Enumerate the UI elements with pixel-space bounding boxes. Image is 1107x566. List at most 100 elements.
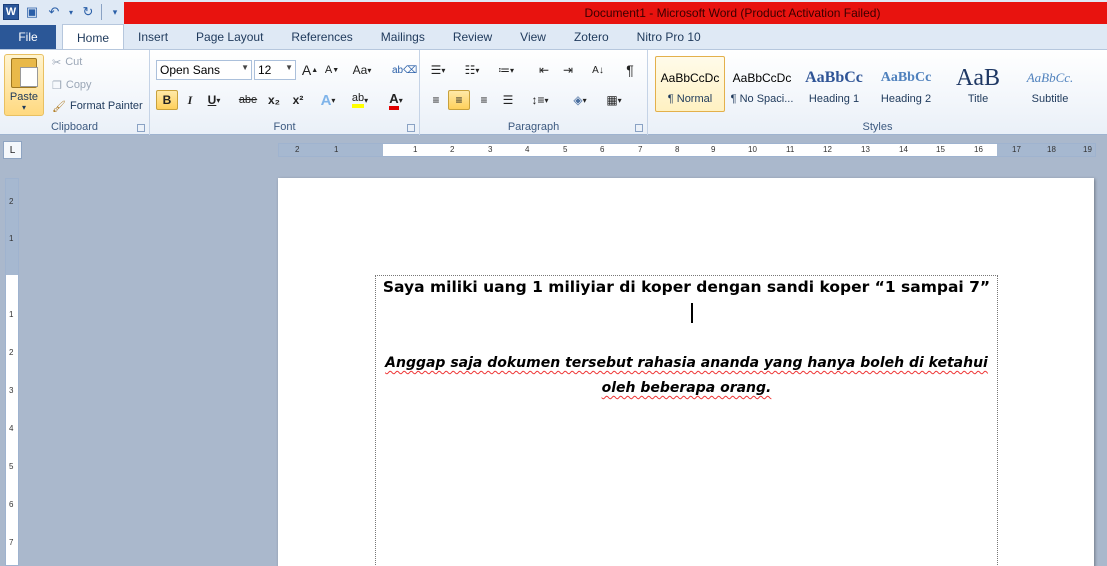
italic-button[interactable]: I — [180, 90, 200, 110]
format-painter-button[interactable]: 🖌 Format Painter — [52, 97, 143, 115]
ruler-tick: 11 — [786, 145, 795, 154]
save-icon[interactable]: ▣ — [23, 3, 41, 21]
line-spacing-button[interactable]: ↕≡ ▾ — [530, 90, 550, 110]
underline-button[interactable]: U ▾ — [204, 90, 224, 110]
clear-formatting-button[interactable]: ab⌫ — [392, 60, 417, 80]
customize-qat-icon[interactable]: ▾ — [106, 3, 124, 21]
tab-page-layout[interactable]: Page Layout — [182, 24, 277, 49]
paint-bucket-icon: ◈ — [573, 93, 583, 107]
chevron-down-icon[interactable]: ▼ — [285, 63, 293, 72]
chevron-down-icon[interactable]: ▼ — [241, 63, 249, 72]
ruler-tick: 3 — [9, 386, 14, 395]
tab-mailings[interactable]: Mailings — [367, 24, 439, 49]
grow-font-icon: A — [301, 62, 312, 78]
ruler-tick: 6 — [600, 145, 605, 154]
style-title[interactable]: AaB Title — [943, 56, 1013, 112]
style-subtitle[interactable]: AaBbCc. Subtitle — [1015, 56, 1085, 112]
word-app-icon[interactable]: W — [3, 4, 19, 20]
font-launcher-icon[interactable] — [407, 124, 415, 132]
style-heading-2[interactable]: AaBbCc Heading 2 — [871, 56, 941, 112]
undo-icon[interactable]: ↶ — [45, 3, 63, 21]
tab-home[interactable]: Home — [62, 24, 125, 50]
paste-label: Paste — [9, 91, 39, 103]
font-name-combo[interactable]: Open Sans ▼ — [156, 60, 252, 80]
tab-selector-button[interactable]: L — [3, 141, 22, 159]
document-page[interactable]: Saya miliki uang 1 miliyiar di koper den… — [278, 178, 1094, 566]
shrink-font-button[interactable]: A ▼ — [322, 60, 342, 80]
style-subtle[interactable]: Aa Su — [1087, 56, 1107, 112]
style-name: Heading 2 — [880, 93, 932, 105]
style-normal[interactable]: AaBbCcDc ¶ Normal — [655, 56, 725, 112]
text-effects-icon: A — [320, 91, 332, 109]
paragraph-group-label: Paragraph — [507, 121, 560, 133]
line-spacing-icon: ↕≡ — [531, 93, 545, 107]
styles-group-label: Styles — [862, 121, 893, 133]
sort-button[interactable]: A↓ — [588, 60, 608, 80]
borders-button[interactable]: ▦ ▾ — [604, 90, 624, 110]
ruler-tick: 15 — [936, 145, 945, 154]
numbering-button[interactable]: ☷ ▾ — [462, 60, 482, 80]
sort-icon: A↓ — [592, 64, 604, 76]
align-center-button[interactable]: ≡ — [448, 90, 470, 110]
title-bar-warning: Document1 - Microsoft Word (Product Acti… — [118, 2, 1107, 24]
style-preview: AaBbCcDc — [660, 71, 720, 85]
show-formatting-button[interactable]: ¶ — [620, 60, 640, 80]
tab-zotero[interactable]: Zotero — [560, 24, 623, 49]
ruler-tick: 2 — [450, 145, 455, 154]
redo-icon[interactable]: ↻ — [79, 3, 97, 21]
paragraph-launcher-icon[interactable] — [635, 124, 643, 132]
subscript-icon: x₂ — [267, 93, 280, 107]
left-tab-icon: L — [9, 144, 16, 156]
superscript-button[interactable]: x² — [288, 90, 308, 110]
style-heading-1[interactable]: AaBbCc Heading 1 — [799, 56, 869, 112]
justify-button[interactable]: ☰ — [498, 90, 518, 110]
align-left-button[interactable]: ≡ — [426, 90, 446, 110]
ruler-tick: 2 — [9, 197, 14, 206]
highlight-button[interactable]: ab ▾ — [350, 90, 370, 110]
cut-button[interactable]: ✂ Cut — [52, 53, 82, 71]
copy-button[interactable]: ❐ Copy — [52, 76, 92, 94]
align-right-button[interactable]: ≡ — [474, 90, 494, 110]
shading-button[interactable]: ◈ ▾ — [570, 90, 590, 110]
align-right-icon: ≡ — [480, 93, 488, 107]
tab-insert[interactable]: Insert — [124, 24, 182, 49]
style-name: Subtitle — [1031, 93, 1069, 105]
tab-nitro-pro[interactable]: Nitro Pro 10 — [623, 24, 715, 49]
change-case-button[interactable]: Aa ▾ — [352, 60, 372, 80]
format-painter-label: Format Painter — [69, 100, 143, 112]
grow-font-button[interactable]: A ▲ — [300, 60, 320, 80]
document-paragraph-2[interactable]: Anggap saja dokumen tersebut rahasia ana… — [376, 351, 997, 401]
highlighter-icon: ab — [351, 92, 365, 108]
font-group-label: Font — [273, 121, 296, 133]
vertical-ruler[interactable]: 2 1 1 2 3 4 5 6 7 — [5, 178, 19, 566]
tab-references[interactable]: References — [277, 24, 366, 49]
align-center-icon: ≡ — [455, 93, 463, 107]
ruler-tick: 16 — [974, 145, 983, 154]
font-size-combo[interactable]: 12 ▼ — [254, 60, 296, 80]
font-color-button[interactable]: A ▾ — [386, 90, 406, 110]
document-line-1[interactable]: Saya miliki uang 1 miliyiar di koper den… — [376, 276, 997, 298]
subscript-button[interactable]: x₂ — [264, 90, 284, 110]
tab-file[interactable]: File — [0, 25, 56, 49]
increase-indent-button[interactable]: ⇥ — [558, 60, 578, 80]
scissors-icon: ✂ — [52, 56, 62, 69]
increase-indent-icon: ⇥ — [562, 63, 574, 77]
decrease-indent-button[interactable]: ⇤ — [534, 60, 554, 80]
ruler-tick: 1 — [334, 145, 339, 154]
strikethrough-button[interactable]: abe — [238, 90, 258, 110]
bold-button[interactable]: B — [156, 90, 178, 110]
paste-dropdown-icon[interactable]: ▾ — [22, 103, 26, 112]
strikethrough-icon: abe — [238, 94, 258, 106]
clipboard-launcher-icon[interactable] — [137, 124, 145, 132]
tab-view[interactable]: View — [506, 24, 560, 49]
paste-button[interactable]: Paste ▾ — [4, 54, 44, 116]
text-effects-button[interactable]: A ▾ — [318, 90, 338, 110]
undo-dropdown-icon[interactable]: ▾ — [67, 3, 75, 21]
bullets-button[interactable]: ☰ ▾ — [428, 60, 448, 80]
horizontal-ruler[interactable]: 2 1 1 2 3 4 5 6 7 8 9 10 11 12 13 14 15 … — [278, 143, 1096, 157]
multilevel-list-button[interactable]: ≔ ▾ — [496, 60, 516, 80]
style-no-spacing[interactable]: AaBbCcDc ¶ No Spaci... — [727, 56, 797, 112]
tab-review[interactable]: Review — [439, 24, 506, 49]
bold-icon: B — [162, 93, 172, 107]
style-name: ¶ No Spaci... — [730, 93, 794, 105]
